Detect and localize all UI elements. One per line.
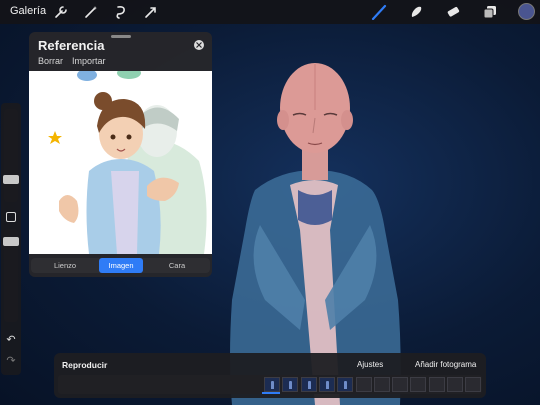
frame-thumbnail[interactable] <box>447 377 463 392</box>
selection-icon[interactable] <box>113 4 129 20</box>
clear-button[interactable]: Borrar <box>38 56 63 66</box>
tab-imagen[interactable]: Imagen <box>99 258 143 273</box>
top-toolbar: Galería <box>0 0 540 24</box>
reference-mode-tabs: Lienzo Imagen Cara <box>31 258 210 273</box>
smudge-icon[interactable] <box>408 4 424 20</box>
frame-thumbnail[interactable] <box>465 377 482 392</box>
tab-cara[interactable]: Cara <box>147 258 207 273</box>
brush-icon[interactable] <box>371 4 387 21</box>
frame-thumbnail[interactable] <box>428 377 445 392</box>
tab-lienzo[interactable]: Lienzo <box>35 258 95 273</box>
reference-image <box>29 71 212 254</box>
color-picker[interactable] <box>518 3 535 20</box>
reference-title: Referencia <box>38 38 105 53</box>
reference-panel: Referencia Borrar Importar Lienzo Imagen… <box>29 32 212 277</box>
add-frame-button[interactable]: Añadir fotograma <box>415 360 476 369</box>
frame-thumbnail[interactable] <box>264 377 280 392</box>
close-icon[interactable] <box>194 40 204 50</box>
playhead <box>262 392 280 394</box>
frame-thumbnail[interactable] <box>300 377 317 392</box>
frame-thumbnail[interactable] <box>373 377 390 392</box>
frame-figure <box>344 381 348 389</box>
frame-figure <box>289 381 293 389</box>
frame-thumbnail[interactable] <box>392 377 409 392</box>
frame-thumbnail[interactable] <box>318 377 335 392</box>
frame-figure <box>325 381 329 389</box>
frame-thumbnail[interactable] <box>282 377 299 392</box>
import-button[interactable]: Importar <box>72 56 106 66</box>
wrench-icon[interactable] <box>53 4 69 20</box>
opacity-handle[interactable] <box>3 237 19 246</box>
frame-thumbnail[interactable] <box>337 377 354 392</box>
brush-size-slider[interactable] <box>4 109 18 202</box>
magic-wand-icon[interactable] <box>83 4 99 20</box>
redo-icon[interactable]: ↷ <box>5 355 17 367</box>
frame-thumbnail[interactable] <box>355 377 372 392</box>
settings-button[interactable]: Ajustes <box>357 360 383 369</box>
brush-size-handle[interactable] <box>3 175 19 184</box>
frame-figure <box>271 381 274 389</box>
left-sidebar: ↶ ↷ <box>1 103 21 375</box>
frame-figure <box>307 381 311 389</box>
undo-icon[interactable]: ↶ <box>5 334 17 346</box>
animation-timeline: Reproducir Ajustes Añadir fotograma <box>54 353 486 398</box>
layers-icon[interactable] <box>482 4 498 20</box>
panel-drag-handle[interactable] <box>111 35 131 38</box>
transform-icon[interactable] <box>143 4 159 20</box>
frame-thumbnail[interactable] <box>410 377 427 392</box>
modifier-button[interactable] <box>6 212 16 222</box>
eraser-icon[interactable] <box>445 4 461 20</box>
gallery-button[interactable]: Galería <box>10 5 46 17</box>
play-button[interactable]: Reproducir <box>62 360 107 370</box>
